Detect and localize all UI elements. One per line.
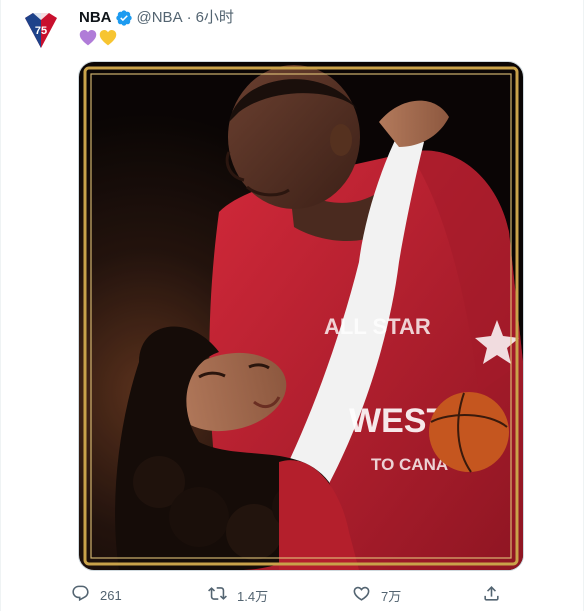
yellow-heart-icon: [99, 29, 117, 52]
jersey-text-canada: TO CANA: [371, 455, 448, 474]
retweet-icon: [208, 584, 227, 606]
heart-icon: [352, 584, 371, 606]
author-handle[interactable]: @NBA: [137, 8, 183, 28]
share-icon: [482, 584, 501, 606]
like-count: 7万: [381, 588, 402, 604]
tweet-header: NBA @NBA · 6小时: [79, 8, 234, 28]
reply-button[interactable]: 261: [71, 580, 122, 610]
svg-text:75: 75: [35, 25, 47, 37]
tweet-actions: 261 1.4万 7万: [71, 580, 511, 610]
reply-icon: [71, 584, 90, 606]
tweet-text: [79, 29, 119, 52]
retweet-button[interactable]: 1.4万: [208, 580, 268, 610]
tweet-photo[interactable]: ALL STAR WEST TO CANA: [78, 61, 524, 571]
tweet: 75 NBA @NBA · 6小时 ALL STAR WEST TO CANA …: [0, 0, 584, 611]
retweet-count: 1.4万: [237, 588, 269, 604]
jersey-text-allstar: ALL STAR: [324, 314, 431, 339]
nba-75-logo-icon: 75: [21, 10, 61, 55]
tweet-timestamp[interactable]: 6小时: [196, 8, 234, 28]
like-button[interactable]: 7万: [352, 580, 401, 610]
author-display-name[interactable]: NBA: [79, 8, 112, 28]
separator-dot: ·: [186, 9, 192, 26]
reply-count: 261: [100, 587, 122, 603]
avatar[interactable]: 75: [15, 6, 67, 58]
purple-heart-icon: [79, 29, 97, 52]
share-button[interactable]: [482, 580, 501, 610]
verified-badge-icon: [115, 9, 133, 27]
